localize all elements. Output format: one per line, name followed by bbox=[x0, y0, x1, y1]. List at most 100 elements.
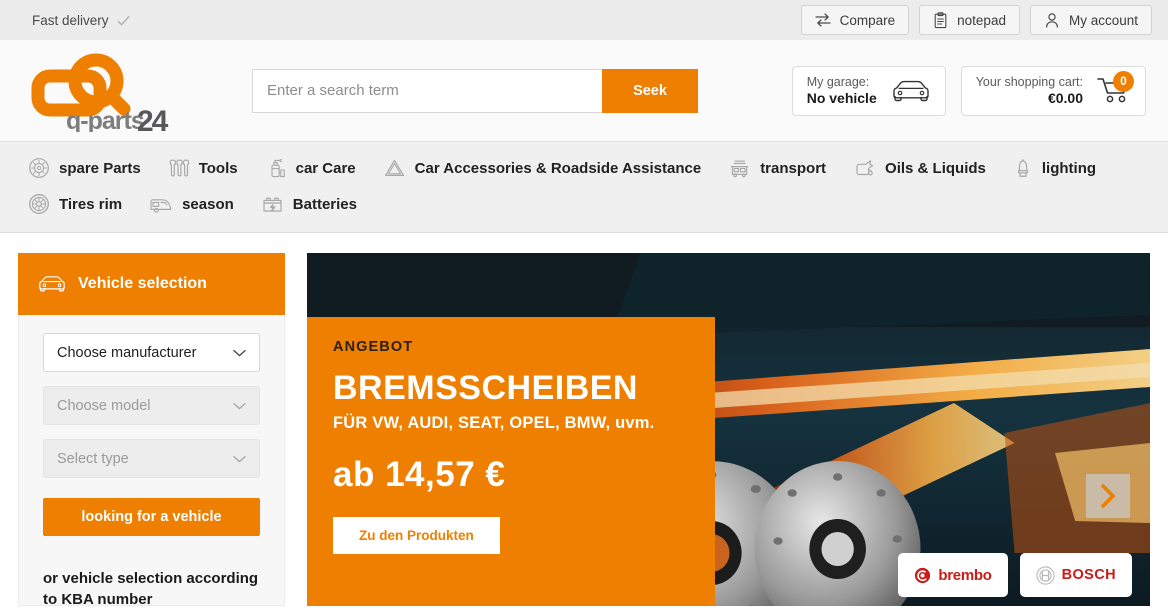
shopping-cart-total: €0.00 bbox=[1047, 89, 1083, 106]
brand-label-bosch: BOSCH bbox=[1061, 567, 1116, 583]
site-header: q-parts 24 Seek My garage: No vehicle bbox=[0, 40, 1168, 141]
search-bar: Seek bbox=[252, 68, 698, 113]
search-vehicle-button[interactable]: looking for a vehicle bbox=[43, 498, 260, 536]
nav-label: season bbox=[182, 195, 234, 213]
compare-label: Compare bbox=[839, 12, 896, 28]
carousel-next-button[interactable] bbox=[1086, 474, 1130, 518]
manufacturer-select-value: Choose manufacturer bbox=[57, 344, 197, 361]
roof-rack-icon bbox=[731, 160, 749, 178]
nav-label: spare Parts bbox=[59, 159, 141, 177]
nav-row-primary: spare Parts Tools car Care Car Accessori… bbox=[18, 150, 1150, 186]
banner-cta-button[interactable]: Zu den Produkten bbox=[333, 517, 500, 554]
nav-label: transport bbox=[760, 159, 827, 177]
vehicle-selection-sidebar: Vehicle selection Choose manufacturer Ch… bbox=[18, 253, 285, 608]
page-content: Vehicle selection Choose manufacturer Ch… bbox=[0, 233, 1168, 608]
my-account-button[interactable]: My account bbox=[1029, 5, 1152, 35]
battery-icon bbox=[263, 197, 282, 212]
nav-item-car-care[interactable]: car Care bbox=[255, 150, 373, 186]
caravan-icon bbox=[150, 199, 172, 213]
kba-alternative-text: or vehicle selection according to KBA nu… bbox=[43, 570, 259, 609]
my-garage-label: My garage: bbox=[806, 74, 870, 89]
type-select[interactable]: Select type bbox=[43, 439, 260, 478]
check-icon bbox=[116, 15, 130, 26]
brake-disc-icon bbox=[29, 158, 49, 178]
brand-label-brembo: brembo bbox=[938, 566, 992, 584]
banner-subtitle: FÜR VW, AUDI, SEAT, OPEL, BMW, uvm. bbox=[333, 414, 655, 432]
shopping-cart-label: Your shopping cart: bbox=[975, 74, 1083, 89]
nav-item-tools[interactable]: Tools bbox=[158, 150, 255, 186]
notepad-button[interactable]: notepad bbox=[919, 5, 1020, 35]
header-actions: My garage: No vehicle Your shopping cart… bbox=[791, 65, 1150, 116]
my-garage-value: No vehicle bbox=[806, 89, 877, 106]
vehicle-selection-header: Vehicle selection bbox=[18, 253, 285, 315]
svg-text:q-parts: q-parts bbox=[66, 107, 144, 132]
manufacturer-select[interactable]: Choose manufacturer bbox=[43, 333, 260, 372]
chevron-down-icon bbox=[233, 349, 246, 356]
shopping-cart-text: Your shopping cart: €0.00 bbox=[976, 74, 1083, 108]
banner-brand-logos: brembo BOSCH bbox=[898, 553, 1132, 597]
nav-item-car-accessories[interactable]: Car Accessories & Roadside Assistance bbox=[373, 150, 719, 186]
vehicle-selection-title: Vehicle selection bbox=[78, 275, 207, 292]
cart-count-badge: 0 bbox=[1113, 70, 1134, 92]
cart-icon-wrap: 0 bbox=[1097, 70, 1134, 107]
oil-can-icon bbox=[856, 160, 874, 176]
compare-arrows-icon bbox=[815, 13, 831, 27]
my-garage-box[interactable]: My garage: No vehicle bbox=[791, 65, 946, 116]
top-utility-actions: Compare notepad My account bbox=[800, 5, 1152, 35]
banner-kicker: ANGEBOT bbox=[333, 339, 414, 355]
clipboard-icon bbox=[934, 11, 947, 28]
model-select[interactable]: Choose model bbox=[43, 386, 260, 425]
wrench-icon bbox=[169, 159, 189, 177]
site-logo[interactable]: q-parts 24 bbox=[28, 50, 228, 132]
nav-label: Batteries bbox=[292, 195, 357, 213]
nav-item-oils-liquids[interactable]: Oils & Liquids bbox=[843, 150, 1003, 186]
qparts24-logo-icon: q-parts 24 bbox=[31, 53, 171, 132]
bosch-logo-icon bbox=[1035, 565, 1055, 585]
car-icon bbox=[893, 80, 929, 101]
banner-price: ab 14,57 € bbox=[333, 455, 506, 494]
nav-item-tires-rim[interactable]: Tires rim bbox=[18, 186, 139, 222]
light-bulb-icon bbox=[1017, 159, 1028, 177]
spray-bottle-icon bbox=[271, 158, 285, 178]
banner-offer-panel: ANGEBOT BREMSSCHEIBEN FÜR VW, AUDI, SEAT… bbox=[307, 317, 715, 606]
nav-item-lighting[interactable]: lighting bbox=[1003, 150, 1113, 186]
brand-card-brembo[interactable]: brembo bbox=[898, 553, 1008, 597]
shopping-cart-box[interactable]: Your shopping cart: €0.00 0 bbox=[960, 65, 1146, 116]
my-garage-text: My garage: No vehicle bbox=[807, 74, 877, 108]
chevron-down-icon bbox=[233, 455, 246, 462]
main-navigation: spare Parts Tools car Care Car Accessori… bbox=[0, 141, 1168, 233]
top-utility-bar: Fast delivery Compare notepad My account bbox=[0, 0, 1168, 40]
vehicle-selection-body: Choose manufacturer Choose model Select … bbox=[18, 315, 285, 608]
nav-label: Car Accessories & Roadside Assistance bbox=[414, 159, 702, 177]
tire-icon bbox=[29, 194, 49, 214]
brembo-logo-icon bbox=[915, 567, 931, 583]
nav-label: Oils & Liquids bbox=[885, 159, 986, 177]
nav-item-season[interactable]: season bbox=[139, 186, 251, 222]
chevron-right-icon bbox=[1101, 484, 1115, 508]
nav-label: lighting bbox=[1041, 159, 1097, 177]
hero-banner-carousel: ANGEBOT BREMSSCHEIBEN FÜR VW, AUDI, SEAT… bbox=[307, 253, 1150, 606]
fast-delivery-notice: Fast delivery bbox=[32, 13, 131, 28]
my-account-label: My account bbox=[1068, 12, 1138, 28]
nav-item-transport[interactable]: transport bbox=[718, 150, 843, 186]
type-select-value: Select type bbox=[57, 450, 129, 467]
banner-title: BREMSSCHEIBEN bbox=[333, 369, 638, 407]
search-input[interactable] bbox=[252, 68, 602, 113]
nav-label: Tools bbox=[198, 159, 238, 177]
brand-card-bosch[interactable]: BOSCH bbox=[1019, 553, 1132, 597]
svg-text:24: 24 bbox=[137, 105, 169, 132]
nav-row-secondary: Tires rim season Batteries bbox=[18, 186, 1150, 222]
chevron-down-icon bbox=[233, 402, 246, 409]
user-icon bbox=[1045, 13, 1058, 28]
nav-label: car Care bbox=[295, 159, 356, 177]
nav-label: Tires rim bbox=[59, 195, 123, 213]
nav-item-batteries[interactable]: Batteries bbox=[251, 186, 374, 222]
notepad-label: notepad bbox=[957, 12, 1006, 28]
warning-triangle-icon bbox=[384, 159, 404, 176]
fast-delivery-label: Fast delivery bbox=[32, 12, 109, 28]
search-submit-button[interactable]: Seek bbox=[602, 68, 698, 113]
nav-item-spare-parts[interactable]: spare Parts bbox=[18, 150, 158, 186]
model-select-value: Choose model bbox=[57, 397, 151, 414]
compare-button[interactable]: Compare bbox=[800, 5, 910, 35]
car-icon bbox=[39, 276, 65, 292]
